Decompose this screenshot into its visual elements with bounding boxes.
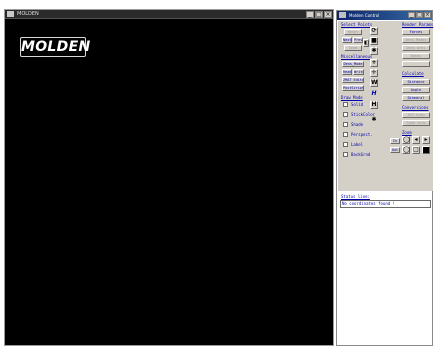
distance-button[interactable]: Distance <box>402 79 430 85</box>
zmat-editor-button[interactable]: ZMAT Editor <box>342 77 364 83</box>
perspective-checkbox[interactable] <box>343 132 348 137</box>
conversions-label: Conversions <box>402 105 429 110</box>
orbital-icon[interactable]: ✱ <box>370 117 378 125</box>
draw-mode-label: Draw Mode <box>341 95 363 100</box>
w-icon[interactable]: W <box>370 79 378 87</box>
zoom-reset-icon[interactable]: ◯ <box>402 146 410 154</box>
calculate-label: Calculate <box>402 71 424 76</box>
molden-logo: MOLDEN <box>20 37 91 57</box>
solid-checkbox[interactable] <box>343 102 348 107</box>
reset-button[interactable]: Reset <box>344 29 362 35</box>
main-window-controls: _ □ × <box>306 11 332 18</box>
hbond-icon[interactable]: H <box>370 91 378 99</box>
molden-main-window: MOLDEN _ □ × MOLDEN <box>4 9 334 346</box>
angle-button[interactable]: Angle <box>402 87 430 93</box>
label-h-icon[interactable]: H <box>370 101 378 109</box>
control-window-title: Molden Control <box>349 13 380 18</box>
shade-checkbox[interactable] <box>343 122 348 127</box>
control-window-controls: _ □ × <box>408 12 431 18</box>
forces-button[interactable]: Forces <box>402 29 430 35</box>
select-points-label: Select Points <box>341 22 373 27</box>
backgrnd-checkbox[interactable] <box>343 152 348 157</box>
move-icon[interactable]: ✛ <box>370 69 378 77</box>
status-line-text: No coordinates found ! <box>340 200 431 208</box>
control-title-bar[interactable]: Molden Control _ □ × <box>337 11 432 20</box>
maximize-button[interactable]: □ <box>315 11 323 18</box>
select-icon[interactable]: ■ <box>370 37 378 45</box>
prev-button[interactable]: Prev <box>353 37 363 43</box>
plus-icon[interactable]: + <box>370 59 378 67</box>
next-button[interactable]: Next <box>342 37 352 43</box>
flag-icon[interactable]: ◧ <box>363 39 369 47</box>
dens-mode-button[interactable]: Dens_Mode <box>342 61 364 67</box>
read-button[interactable]: Read <box>342 69 352 75</box>
write-button[interactable]: Write <box>353 69 364 75</box>
label-label: Label <box>351 142 364 147</box>
control-panel: Select Points Reset Next Prev Geom Misce… <box>338 21 433 191</box>
dihedral-button[interactable]: Dihedral <box>402 95 430 101</box>
render-params-label: Render Params <box>402 22 434 27</box>
zoom-arrow-left-icon[interactable]: ◂ <box>412 136 420 144</box>
stickcolor-checkbox[interactable] <box>343 112 348 117</box>
postscript-button[interactable]: PostScript <box>342 85 364 91</box>
empty-render-button[interactable] <box>402 61 430 67</box>
dens-modes-button[interactable]: Dens Modes <box>402 37 430 43</box>
zoom-out-button[interactable]: Out <box>390 147 400 153</box>
dens-orbs-button[interactable]: Dens Orbs <box>402 45 430 51</box>
mark-icon[interactable]: ✱ <box>370 47 378 55</box>
main-window-title: MOLDEN <box>17 11 39 17</box>
perspective-label: Perspect. <box>351 132 373 137</box>
geom-button[interactable]: Geom <box>344 45 362 51</box>
shade-label: Shade <box>351 122 364 127</box>
molden-control-window: Molden Control _ □ × Select Points Reset… <box>336 10 433 346</box>
control-close-button[interactable]: × <box>424 12 431 18</box>
control-app-icon <box>339 12 346 18</box>
close-button[interactable]: × <box>324 11 332 18</box>
xyz-view-button[interactable]: XYZ View <box>402 112 430 118</box>
symm-info-button[interactable]: Symm Info <box>402 120 430 126</box>
solid-label: Solid <box>351 102 364 107</box>
control-minimize-button[interactable]: _ <box>408 12 415 18</box>
zoom-circle-icon[interactable]: ◯ <box>402 136 410 144</box>
zoom-black-icon[interactable] <box>422 146 430 154</box>
main-title-bar[interactable]: MOLDEN _ □ × <box>5 10 333 19</box>
zoom-in-button[interactable]: In <box>390 138 400 144</box>
zoom-fit-icon[interactable]: □ <box>412 146 420 154</box>
bonds-button[interactable]: Bonds <box>402 53 430 59</box>
control-maximize-button[interactable]: □ <box>416 12 423 18</box>
minimize-button[interactable]: _ <box>306 11 314 18</box>
status-line-label: Status line: <box>341 194 370 199</box>
rotate-icon[interactable]: ⟳ <box>370 27 378 35</box>
zoom-label: Zoom <box>402 130 412 135</box>
label-checkbox[interactable] <box>343 142 348 147</box>
backgrnd-label: BackGrnd <box>351 152 371 157</box>
zoom-arrow-right-icon[interactable]: ▸ <box>422 136 430 144</box>
app-icon <box>7 11 14 17</box>
miscellaneous-label: Miscellaneous <box>341 54 373 59</box>
